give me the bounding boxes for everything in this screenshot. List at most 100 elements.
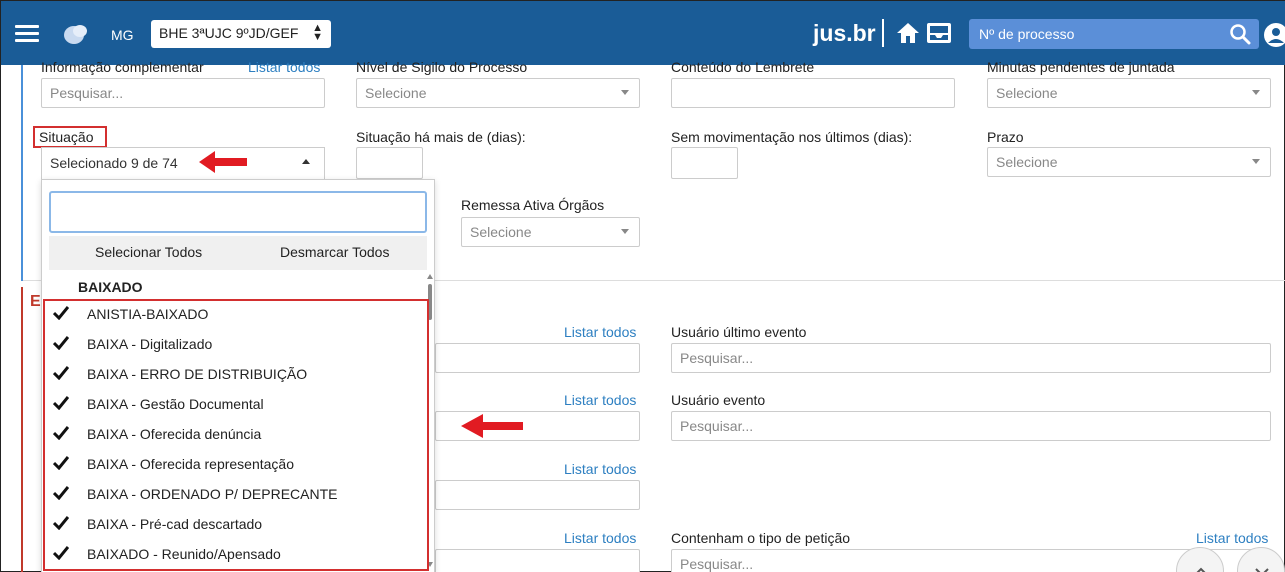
- check-icon: [53, 396, 69, 410]
- chevron-down-icon: [1252, 159, 1260, 164]
- remessa-label: Remessa Ativa Órgãos: [461, 197, 605, 213]
- dropdown-option-label: ANISTIA-BAIXADO: [87, 306, 209, 322]
- brand-divider: [882, 19, 884, 47]
- section-e-label: E: [30, 293, 41, 310]
- listar-todos-link-2[interactable]: Listar todos: [564, 392, 636, 408]
- dropdown-option-label: BAIXA - Digitalizado: [87, 336, 213, 352]
- situacao-dias-label: Situação há mais de (dias):: [356, 129, 526, 145]
- minutas-select[interactable]: Selecione: [987, 78, 1271, 108]
- check-icon: [53, 306, 69, 320]
- arrow-left-icon: [461, 414, 523, 438]
- usuario-evento-input[interactable]: Pesquisar...: [671, 411, 1271, 441]
- inbox-icon[interactable]: [926, 21, 952, 45]
- dropdown-scroll-thumb[interactable]: [428, 284, 432, 320]
- tipo-peticao-listar-todos[interactable]: Listar todos: [1196, 530, 1268, 546]
- home-icon[interactable]: [896, 22, 920, 44]
- prazo-select[interactable]: Selecione: [987, 147, 1271, 177]
- top-bar: MG BHE 3ªUJC 9ºJD/GEF ▲ ▼ jus.br Nº de pr…: [1, 1, 1285, 65]
- conteudo-lembrete-input[interactable]: [671, 78, 955, 108]
- situacao-dias-input[interactable]: [356, 147, 423, 179]
- situacao-label: Situação: [39, 129, 94, 145]
- info-complementar-listar-todos[interactable]: Listar todos: [248, 59, 320, 75]
- dropdown-option-label: BAIXA - ERRO DE DISTRIBUIÇÃO: [87, 366, 308, 382]
- check-icon: [53, 426, 69, 440]
- usuario-evento-label: Usuário evento: [671, 392, 766, 408]
- sem-movimentacao-label: Sem movimentação nos últimos (dias):: [671, 129, 913, 145]
- select-all-button[interactable]: Selecionar Todos: [95, 244, 202, 260]
- minutas-label: Minutas pendentes de juntada: [987, 59, 1175, 75]
- dropdown-option[interactable]: BAIXA - Gestão Documental: [42, 390, 426, 420]
- dropdown-option[interactable]: ANISTIA-BAIXADO: [42, 300, 426, 330]
- dropdown-option-label: BAIXA - ORDENADO P/ DEPRECANTE: [87, 486, 338, 502]
- info-complementar-placeholder: Pesquisar...: [50, 85, 124, 101]
- conteudo-lembrete-label: Conteúdo do Lembrete: [671, 59, 815, 75]
- scroll-down-arrow-icon[interactable]: [427, 562, 433, 567]
- tipo-peticao-placeholder: Pesquisar...: [680, 556, 754, 572]
- dropdown-option[interactable]: BAIXA - Digitalizado: [42, 330, 426, 360]
- dropdown-option-label: BAIXA - Oferecida representação: [87, 456, 294, 472]
- dropdown-actions: Selecionar Todos Desmarcar Todos: [49, 236, 427, 270]
- remessa-select[interactable]: Selecione: [461, 217, 640, 247]
- section-e-accent: [21, 287, 23, 572]
- dropdown-option[interactable]: BAIXA - Pré-cad descartado: [42, 510, 426, 540]
- info-complementar-input[interactable]: Pesquisar...: [41, 78, 325, 108]
- brand-logo[interactable]: jus.br: [813, 20, 876, 47]
- chevron-down-icon: [621, 229, 629, 234]
- filter-panel-accent: [21, 65, 23, 281]
- nivel-sigilo-label: Nível de Sigilo do Processo: [356, 59, 528, 75]
- remessa-value: Selecione: [470, 224, 532, 240]
- chevron-down-icon: [1252, 90, 1260, 95]
- chevron-down-icon: [1255, 568, 1269, 572]
- tipo-peticao-label: Contenham o tipo de petição: [671, 530, 851, 546]
- user-icon[interactable]: [1263, 22, 1285, 48]
- state-label: MG: [111, 27, 134, 43]
- info-complementar-label: Informação complementar: [41, 59, 204, 75]
- nivel-sigilo-select[interactable]: Selecione: [356, 78, 640, 108]
- dropdown-option-label: BAIXA - Pré-cad descartado: [87, 516, 263, 532]
- check-icon: [53, 456, 69, 470]
- check-icon: [53, 336, 69, 350]
- chevron-up-icon: [1196, 567, 1206, 572]
- dropdown-option[interactable]: BAIXA - Oferecida denúncia: [42, 420, 426, 450]
- check-icon: [53, 486, 69, 500]
- situacao-select[interactable]: Selecionado 9 de 74: [41, 147, 325, 179]
- section-e-input-3[interactable]: [435, 480, 640, 510]
- sem-movimentacao-input[interactable]: [671, 147, 738, 179]
- arrow-left-icon: [199, 151, 247, 173]
- usuario-ultimo-evento-input[interactable]: Pesquisar...: [671, 343, 1271, 373]
- dropdown-option-label: BAIXA - Gestão Documental: [87, 396, 264, 412]
- section-e-input-1[interactable]: [435, 343, 640, 373]
- check-icon: [53, 366, 69, 380]
- scroll-up-arrow-icon[interactable]: [427, 274, 433, 279]
- process-number-placeholder: Nº de processo: [979, 26, 1075, 42]
- dropdown-option-label: BAIXADO - Reunido/Apensado: [87, 546, 281, 562]
- prazo-label: Prazo: [987, 129, 1024, 145]
- situacao-dropdown: Selecionar Todos Desmarcar Todos BAIXADO…: [41, 179, 435, 572]
- usuario-ultimo-evento-label: Usuário último evento: [671, 324, 807, 340]
- menu-icon[interactable]: [15, 25, 39, 43]
- dropdown-option[interactable]: BAIXA - Oferecida representação: [42, 450, 426, 480]
- listar-todos-link-4[interactable]: Listar todos: [564, 530, 636, 546]
- listar-todos-link-3[interactable]: Listar todos: [564, 461, 636, 477]
- prazo-value: Selecione: [996, 154, 1058, 170]
- dropdown-option[interactable]: BAIXADO - Reunido/Apensado: [42, 540, 426, 570]
- usuario-ultimo-evento-placeholder: Pesquisar...: [680, 350, 754, 366]
- usuario-evento-placeholder: Pesquisar...: [680, 418, 754, 434]
- section-e-input-4[interactable]: [435, 549, 640, 572]
- minutas-value: Selecione: [996, 85, 1058, 101]
- dropdown-option[interactable]: BAIXA - ORDENADO P/ DEPRECANTE: [42, 480, 426, 510]
- process-number-input[interactable]: Nº de processo: [969, 19, 1259, 49]
- deselect-all-button[interactable]: Desmarcar Todos: [280, 244, 389, 260]
- chevron-up-icon: [302, 159, 310, 164]
- dropdown-option[interactable]: BAIXA - ERRO DE DISTRIBUIÇÃO: [42, 360, 426, 390]
- dropdown-group-label: BAIXADO: [78, 279, 143, 295]
- chevron-down-icon: [621, 90, 629, 95]
- unit-select[interactable]: BHE 3ªUJC 9ºJD/GEF ▲ ▼: [151, 20, 331, 48]
- situacao-value: Selecionado 9 de 74: [50, 155, 178, 171]
- check-icon: [53, 546, 69, 560]
- unit-select-value: BHE 3ªUJC 9ºJD/GEF: [159, 25, 299, 41]
- dropdown-search-input[interactable]: [49, 191, 427, 233]
- search-icon[interactable]: [1229, 23, 1251, 45]
- check-icon: [53, 516, 69, 530]
- listar-todos-link-1[interactable]: Listar todos: [564, 324, 636, 340]
